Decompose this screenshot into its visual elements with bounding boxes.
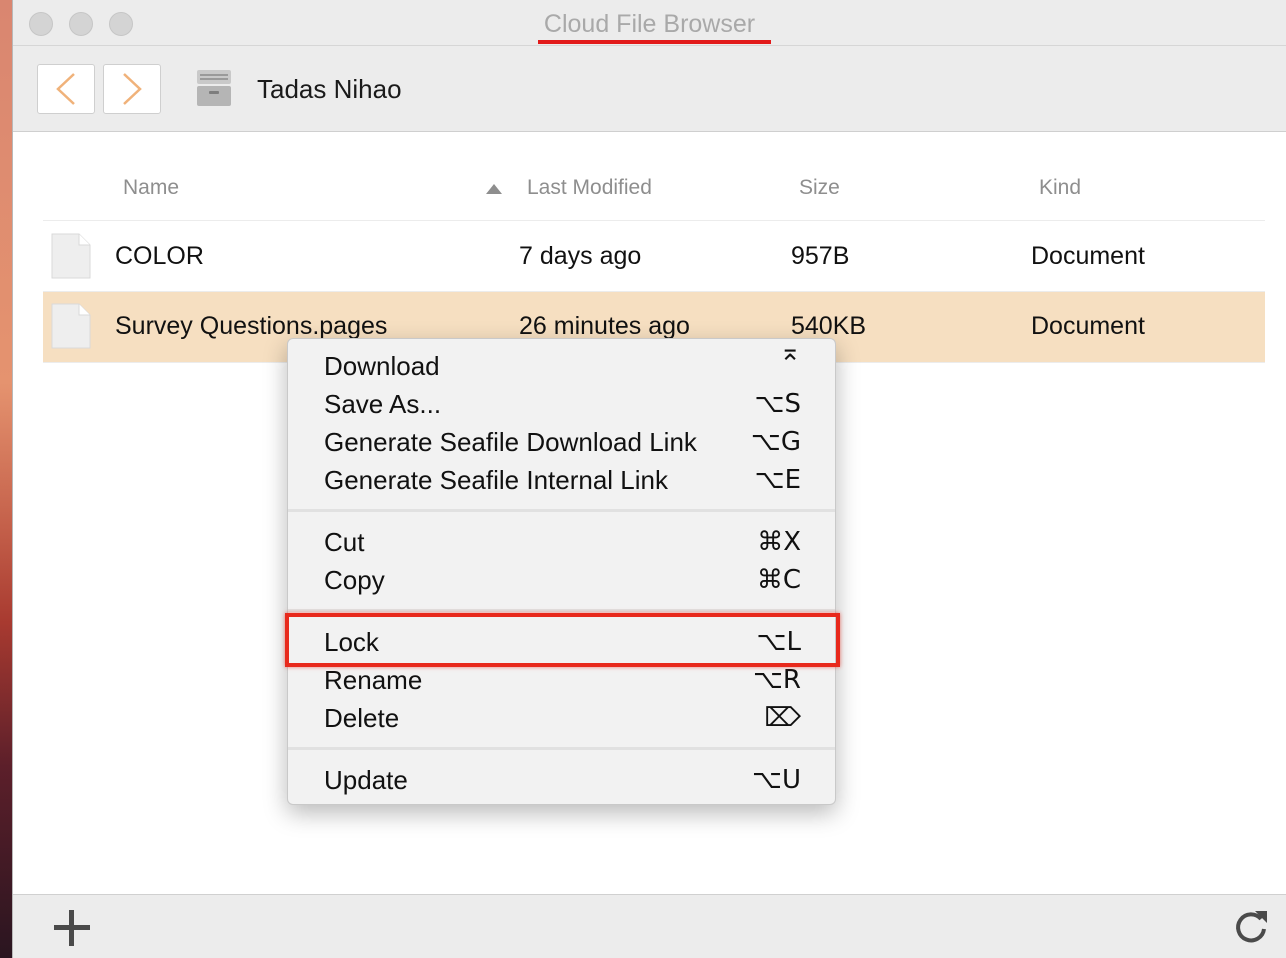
file-kind: Document [1031,312,1145,340]
file-modified: 26 minutes ago [519,312,690,340]
file-kind: Document [1031,242,1145,270]
refresh-icon[interactable] [1231,907,1271,947]
add-icon[interactable] [51,907,93,949]
menu-item-shortcut: ⌦ [764,703,801,733]
menu-item-shortcut: ⌥U [752,765,801,795]
menu-item-label: Download [324,351,440,381]
file-size: 540KB [791,312,867,340]
menu-item-update[interactable]: Update ⌥U [288,761,835,799]
menu-item-shortcut: ⌘C [756,565,801,595]
menu-item-generate-internal-link[interactable]: Generate Seafile Internal Link ⌥E [288,461,835,499]
menu-item-label: Copy [324,565,385,595]
menu-item-shortcut: ⌥S [754,389,801,419]
chevron-left-icon [56,73,75,105]
menu-item-shortcut: ⌘X [757,527,801,557]
menu-item-shortcut: ⌥R [752,665,801,695]
menu-item-save-as[interactable]: Save As... ⌥S [288,385,835,423]
menu-item-label: Generate Seafile Internal Link [324,465,668,495]
title-bar: Cloud File Browser [13,0,1286,46]
context-menu: Download ⌅ Save As... ⌥S Generate Seafil… [287,338,836,805]
lock-annotation-box [285,613,840,667]
column-header-kind[interactable]: Kind [1039,176,1081,200]
back-button[interactable] [37,64,95,114]
file-modified: 7 days ago [519,242,642,270]
menu-item-generate-download-link[interactable]: Generate Seafile Download Link ⌥G [288,423,835,461]
toolbar: Tadas Nihao [13,46,1286,132]
menu-item-label: Rename [324,665,423,695]
menu-item-label: Generate Seafile Download Link [324,427,697,457]
file-name: Survey Questions.pages [115,312,388,340]
sort-ascending-icon[interactable] [486,184,502,194]
drive-icon [197,70,231,106]
menu-item-label: Delete [324,703,400,733]
chevron-right-icon [123,73,142,105]
menu-item-cut[interactable]: Cut ⌘X [288,523,835,561]
menu-separator [288,747,835,750]
menu-item-copy[interactable]: Copy ⌘C [288,561,835,599]
file-size: 957B [791,242,850,270]
menu-item-download[interactable]: Download ⌅ [288,339,835,385]
file-row[interactable]: COLOR 7 days ago 957B Document [43,222,1265,292]
menu-item-delete[interactable]: Delete ⌦ [288,699,835,737]
menu-item-label: Cut [324,527,365,557]
column-header-name[interactable]: Name [123,176,179,200]
title-annotation-underline [538,40,771,44]
document-icon [51,303,91,349]
window-title: Cloud File Browser [543,10,756,38]
header-divider [43,220,1265,221]
forward-button[interactable] [103,64,161,114]
menu-item-shortcut: ⌅ [779,338,801,367]
menu-item-label: Save As... [324,389,442,419]
column-header-last-modified[interactable]: Last Modified [527,176,652,200]
menu-item-shortcut: ⌥E [754,465,801,495]
menu-separator [288,609,835,612]
document-icon [51,233,91,279]
file-name: COLOR [115,242,204,270]
bottom-bar [13,894,1286,958]
current-location: Tadas Nihao [257,74,402,104]
menu-item-label: Update [324,765,408,795]
column-header-size[interactable]: Size [799,176,840,200]
menu-item-shortcut: ⌥G [750,427,801,457]
menu-separator [288,509,835,512]
